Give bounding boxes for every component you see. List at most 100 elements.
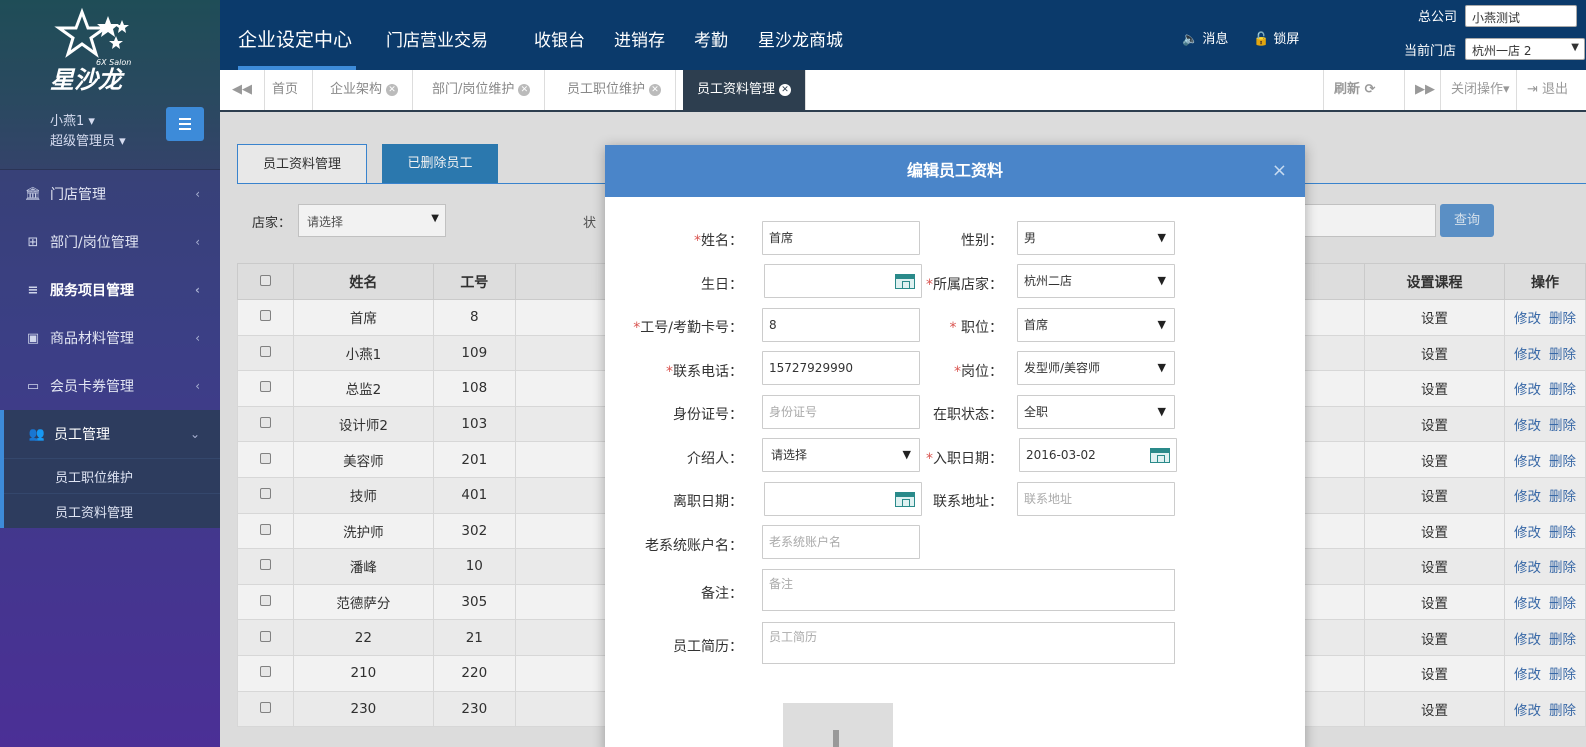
old-account-label: 老系统账户名： — [645, 538, 743, 554]
company-label: 总公司 — [1418, 10, 1458, 25]
close-icon[interactable]: ✕ — [518, 83, 531, 96]
phone-input[interactable]: 15727929990 — [762, 351, 920, 385]
calendar-icon[interactable] — [895, 492, 915, 507]
sidebar-item-member[interactable]: ▭ 会员卡券管理 ‹ — [0, 362, 220, 410]
position-select[interactable]: 首席 ▼ — [1017, 308, 1175, 342]
user-name[interactable]: 小燕1 ▾ — [50, 110, 95, 129]
store-label: *所属店家： — [926, 277, 1003, 293]
logout-button[interactable]: ⇥ 退出 — [1516, 70, 1578, 110]
edit-staff-dialog: 编辑员工资料 × *姓名： 首席 性别： 男 ▼ 生日： *所属店家： 杭州二店 ▼… — [605, 145, 1305, 747]
topnav-inventory[interactable]: 进销存 — [614, 26, 665, 51]
company-select[interactable]: 小燕测试 — [1465, 5, 1577, 27]
refresh-button[interactable]: 刷新 ⟳ — [1323, 70, 1385, 110]
store-label: 当前门店 — [1404, 44, 1457, 59]
tab-home[interactable]: 首页 — [258, 70, 314, 110]
submenu-item-profile[interactable]: 员工资料管理 — [4, 493, 220, 528]
users-icon: 👥 — [28, 426, 46, 442]
sitemap-icon: ⊞ — [27, 234, 39, 250]
calendar-icon[interactable] — [895, 274, 915, 289]
topnav-store-trade[interactable]: 门店营业交易 — [386, 26, 488, 51]
card-input[interactable]: 8 — [762, 308, 920, 342]
remark-textarea[interactable]: 备注 — [762, 569, 1175, 611]
caret-down-icon: ▼ — [1157, 231, 1166, 244]
forward-icon: ▶▶ — [1415, 82, 1435, 97]
sidebar-item-goods[interactable]: ▣ 商品材料管理 ‹ — [0, 314, 220, 362]
card-label: *工号/考勤卡号： — [633, 320, 743, 336]
name-input[interactable]: 首席 — [762, 221, 920, 255]
logout-icon: ⇥ — [1527, 82, 1538, 97]
submenu-item-position[interactable]: 员工职位维护 — [4, 458, 220, 493]
menu-toggle-button[interactable] — [166, 107, 204, 141]
tab-dept[interactable]: 部门/岗位维护 ✕ — [418, 70, 546, 110]
dialog-header: 编辑员工资料 × — [605, 145, 1305, 197]
calendar-icon[interactable] — [1150, 448, 1170, 463]
caret-down-icon: ▼ — [902, 448, 911, 461]
tab-enterprise[interactable]: 企业架构 ✕ — [316, 70, 414, 110]
brand-area: 6X Salon 星沙龙 小燕1 ▾ 超级管理员 ▾ — [0, 0, 220, 170]
tab-bar: ◀◀ 首页 企业架构 ✕ 部门/岗位维护 ✕ 员工职位维护 ✕ 员工资料管理 ✕ 刷新 … — [220, 70, 1586, 112]
store-select[interactable]: 杭州二店 ▼ — [1017, 264, 1175, 298]
briefcase-icon: ▣ — [26, 330, 40, 346]
tab-scroll-right[interactable]: ▶▶ — [1404, 70, 1445, 110]
caret-down-icon: ▼ — [1157, 405, 1166, 418]
credit-card-icon: ▭ — [26, 378, 40, 394]
user-role[interactable]: 超级管理员 ▾ — [50, 130, 126, 149]
remark-label: 备注： — [701, 586, 743, 602]
topnav-mall[interactable]: 星沙龙商城 — [758, 26, 843, 51]
chevron-left-icon: ‹ — [195, 187, 200, 201]
chevron-left-icon: ‹ — [195, 331, 200, 345]
brand-text: 星沙龙 — [50, 66, 125, 94]
close-icon[interactable]: ✕ — [386, 83, 399, 96]
bank-icon: 🏛 — [24, 186, 42, 202]
sidebar-item-service[interactable]: ≡ 服务项目管理 ‹ — [0, 266, 220, 314]
topnav-enterprise[interactable]: 企业设定中心 — [238, 25, 352, 52]
chevron-left-icon: ‹ — [195, 235, 200, 249]
address-input[interactable]: 联系地址 — [1017, 482, 1175, 516]
staff-submenu: 员工职位维护 员工资料管理 — [0, 458, 220, 528]
resume-textarea[interactable]: 员工简历 — [762, 622, 1175, 664]
close-icon[interactable]: ✕ — [779, 83, 792, 96]
store-select[interactable]: 杭州一店 2 ▼ — [1465, 38, 1585, 60]
backward-icon: ◀◀ — [232, 82, 252, 97]
chevron-left-icon: ‹ — [195, 379, 200, 393]
topnav-cashier[interactable]: 收银台 — [534, 26, 585, 51]
position-label: * 职位： — [949, 320, 1003, 336]
entry-date-input[interactable]: 2016-03-02 — [1019, 438, 1177, 472]
post-select[interactable]: 发型师/美容师 ▼ — [1017, 351, 1175, 385]
message-button[interactable]: 🔈 消息 — [1182, 28, 1228, 47]
sidebar-item-dept[interactable]: ⊞ 部门/岗位管理 ‹ — [0, 218, 220, 266]
phone-label: *联系电话： — [666, 364, 743, 380]
lock-screen-button[interactable]: 🔓 锁屏 — [1253, 28, 1299, 47]
address-label: 联系地址： — [933, 494, 1003, 510]
speaker-icon: 🔈 — [1182, 32, 1199, 47]
chevron-left-icon: ‹ — [195, 283, 200, 297]
status-label: 在职状态： — [933, 407, 1003, 423]
tab-profile[interactable]: 员工资料管理 ✕ — [683, 70, 807, 110]
top-bar: 企业设定中心 门店营业交易 收银台 进销存 考勤 星沙龙商城 🔈 消息 🔓 锁屏… — [220, 0, 1586, 70]
birthday-input[interactable] — [764, 264, 922, 298]
sliders-icon: ≡ — [27, 282, 39, 298]
birthday-label: 生日： — [701, 277, 743, 293]
brand-logo: 6X Salon 星沙龙 — [50, 7, 131, 94]
sidebar: 6X Salon 星沙龙 小燕1 ▾ 超级管理员 ▾ 🏛 门店管理 ‹ ⊞ 部门/岗位… — [0, 0, 220, 747]
sidebar-item-store[interactable]: 🏛 门店管理 ‹ — [0, 170, 220, 218]
idcard-input[interactable]: 身份证号 — [762, 395, 920, 429]
entry-date-label: *入职日期： — [926, 451, 1003, 467]
chevron-down-icon: ⌄ — [189, 427, 200, 441]
close-icon[interactable]: × — [1272, 145, 1287, 197]
gender-label: 性别： — [961, 233, 1003, 249]
topnav-attendance[interactable]: 考勤 — [694, 26, 728, 51]
close-icon[interactable]: ✕ — [649, 83, 662, 96]
referrer-select[interactable]: 请选择 ▼ — [762, 438, 920, 472]
caret-down-icon: ▼ — [1157, 361, 1166, 374]
status-select[interactable]: 全职 ▼ — [1017, 395, 1175, 429]
leave-date-input[interactable] — [764, 482, 922, 516]
old-account-input[interactable]: 老系统账户名 — [762, 525, 920, 559]
tab-position[interactable]: 员工职位维护 ✕ — [553, 70, 677, 110]
sidebar-item-staff[interactable]: 👥 员工管理 ⌄ — [0, 410, 220, 458]
gender-select[interactable]: 男 ▼ — [1017, 221, 1175, 255]
idcard-label: 身份证号： — [673, 407, 743, 423]
caret-down-icon: ▼ — [1571, 42, 1579, 53]
lock-icon: 🔓 — [1253, 32, 1270, 47]
close-ops-button[interactable]: 关闭操作▾ — [1440, 70, 1520, 110]
